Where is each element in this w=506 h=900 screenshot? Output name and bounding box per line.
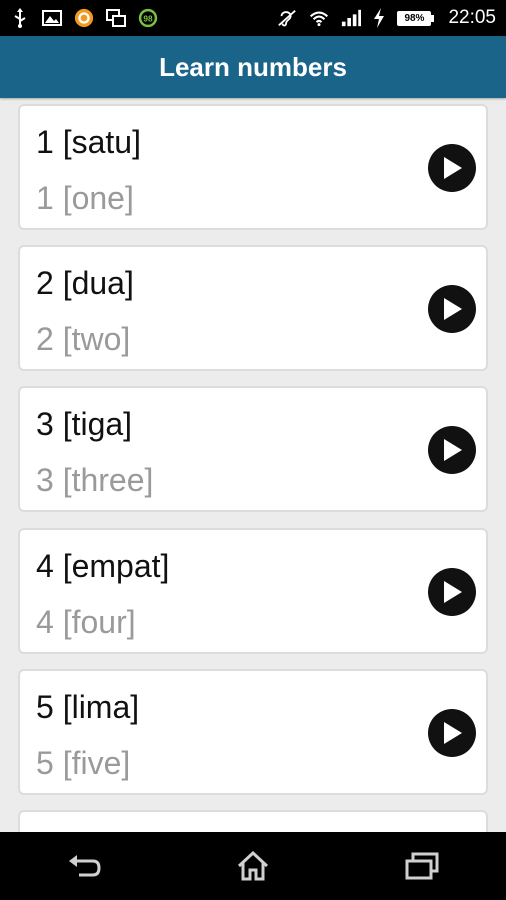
list-item-3[interactable]: 3 [tiga] 3 [three] <box>18 386 488 512</box>
battery-icon: 98% <box>397 10 435 26</box>
badge-98-text: 98 <box>143 13 153 23</box>
home-button[interactable] <box>223 836 283 896</box>
item-secondary-text: 4 [four] <box>36 604 136 640</box>
play-button[interactable] <box>428 285 476 333</box>
image-icon <box>42 8 62 28</box>
play-icon <box>444 439 462 461</box>
number-list[interactable]: 1 [satu] 1 [one] 2 [dua] 2 [two] 3 [tiga… <box>0 98 506 832</box>
list-item-2[interactable]: 2 [dua] 2 [two] <box>18 245 488 371</box>
item-secondary-text: 1 [one] <box>36 180 134 216</box>
item-secondary-text: 5 [five] <box>36 745 131 781</box>
status-bar: 98 98% 22:05 <box>0 0 506 36</box>
play-button[interactable] <box>428 568 476 616</box>
list-item-4[interactable]: 4 [empat] 4 [four] <box>18 528 488 654</box>
item-primary-text: 1 [satu] <box>36 124 141 160</box>
back-icon <box>69 855 101 877</box>
play-button[interactable] <box>428 709 476 757</box>
recent-apps-button[interactable] <box>392 836 452 896</box>
back-button[interactable] <box>54 836 114 896</box>
play-icon <box>444 722 462 744</box>
signal-icon <box>341 8 362 28</box>
list-item-5[interactable]: 5 [lima] 5 [five] <box>18 669 488 795</box>
recent-apps-icon <box>405 852 439 880</box>
status-bar-left: 98 <box>10 8 158 28</box>
usb-icon <box>10 8 30 28</box>
hearing-aid-icon <box>277 8 297 28</box>
charging-icon <box>373 8 385 28</box>
item-primary-text: 4 [empat] <box>36 548 170 584</box>
play-icon <box>444 581 462 603</box>
multiwindow-icon <box>106 8 126 28</box>
item-primary-text: 3 [tiga] <box>36 406 133 442</box>
list-item-1[interactable]: 1 [satu] 1 [one] <box>18 104 488 230</box>
battery-tip <box>431 14 435 22</box>
list-item-6-partial[interactable] <box>18 810 488 832</box>
battery-percent-label: 98% <box>404 12 425 24</box>
play-icon <box>444 157 462 179</box>
item-primary-text: 5 [lima] <box>36 689 140 725</box>
app-bar: Learn numbers <box>0 36 506 98</box>
play-button[interactable] <box>428 426 476 474</box>
badge-98-icon: 98 <box>138 8 158 28</box>
orange-app-icon <box>74 8 94 28</box>
play-icon <box>444 298 462 320</box>
status-time: 22:05 <box>448 7 496 28</box>
home-icon <box>237 851 269 881</box>
page-title: Learn numbers <box>159 51 347 82</box>
status-bar-right: 98% 22:05 <box>277 7 496 29</box>
item-secondary-text: 2 [two] <box>36 321 131 357</box>
item-secondary-text: 3 [three] <box>36 462 154 498</box>
navigation-bar <box>0 832 506 900</box>
item-primary-text: 2 [dua] <box>36 265 134 301</box>
wifi-icon <box>309 8 329 28</box>
battery-body: 98% <box>397 10 432 26</box>
play-button[interactable] <box>428 144 476 192</box>
